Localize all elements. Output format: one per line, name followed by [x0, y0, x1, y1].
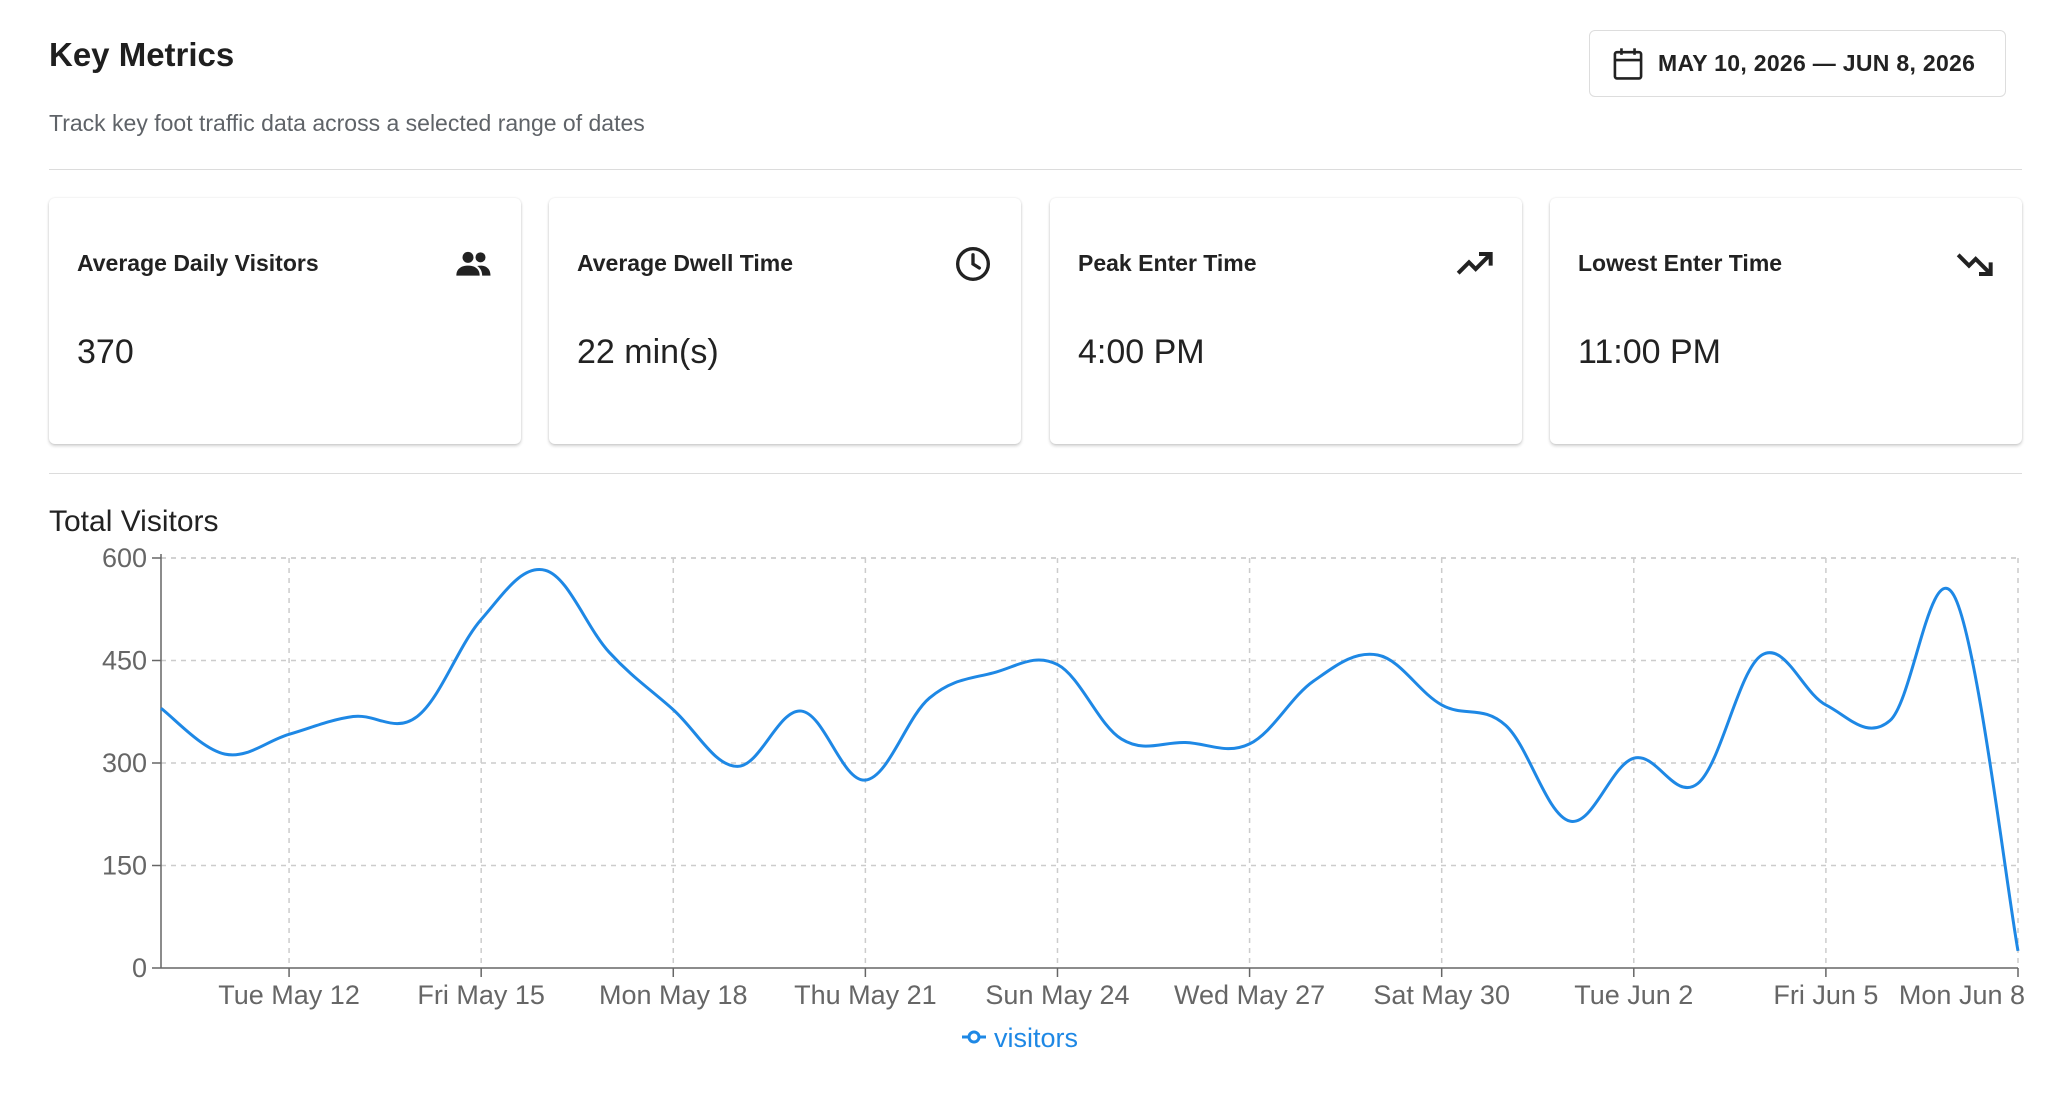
x-tick-label: Tue May 12	[218, 980, 360, 1010]
x-tick-label: Wed May 27	[1174, 980, 1325, 1010]
x-tick-label: Thu May 21	[794, 980, 937, 1010]
x-tick-label: Tue Jun 2	[1574, 980, 1693, 1010]
x-tick-label: Fri May 15	[417, 980, 545, 1010]
y-tick-label: 600	[102, 543, 147, 573]
x-tick-label: Mon Jun 8	[1899, 980, 2025, 1010]
y-tick-label: 150	[102, 851, 147, 881]
legend-swatch-marker	[967, 1030, 981, 1044]
x-tick-label: Sun May 24	[985, 980, 1129, 1010]
visitors-line-chart: 0 150 300 450 600 Tue May 12 Fri May 15 Mon May…	[102, 543, 2025, 1053]
y-tick-label: 0	[132, 953, 147, 983]
y-tick-label: 300	[102, 748, 147, 778]
series-line-visitors	[160, 568, 2020, 952]
y-tick-label: 450	[102, 646, 147, 676]
x-tick-label: Sat May 30	[1373, 980, 1510, 1010]
x-tick-label: Mon May 18	[599, 980, 748, 1010]
x-tick-label: Fri Jun 5	[1773, 980, 1878, 1010]
legend-label-visitors: visitors	[994, 1023, 1078, 1053]
